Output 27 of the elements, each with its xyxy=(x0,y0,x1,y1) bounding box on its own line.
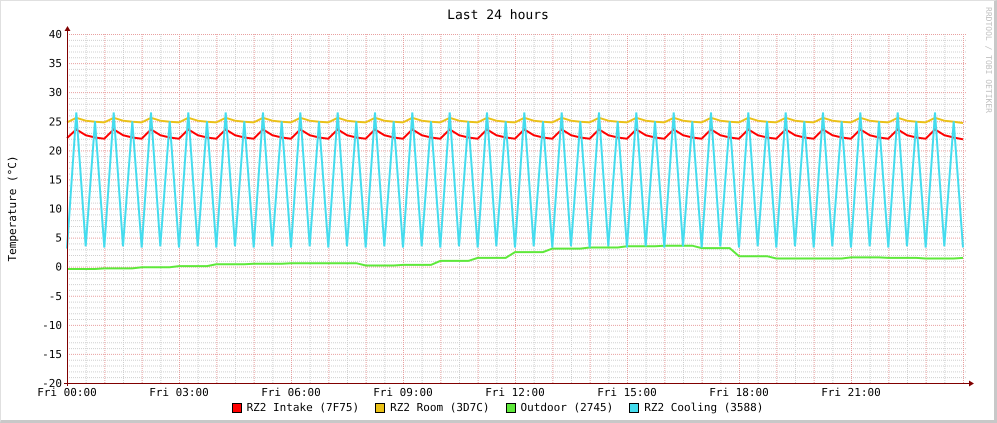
y-tick-label: 20 xyxy=(48,144,62,158)
x-tick-label: Fri 00:00 xyxy=(37,386,97,399)
legend-label: RZ2 Room (3D7C) xyxy=(390,400,490,416)
y-axis-title: Temperature (°C) xyxy=(6,156,19,262)
y-tick-label: 5 xyxy=(55,232,62,245)
x-tick-label: Fri 15:00 xyxy=(597,386,657,399)
chart-title: Last 24 hours xyxy=(447,8,549,23)
y-tick-label: 35 xyxy=(48,57,62,70)
x-tick-label: Fri 21:00 xyxy=(821,386,881,399)
y-tick-label: -5 xyxy=(48,290,62,303)
x-tick-label: Fri 06:00 xyxy=(261,386,321,399)
x-tick-label: Fri 09:00 xyxy=(373,386,433,399)
y-tick-label: 15 xyxy=(48,173,62,186)
y-tick-label: -15 xyxy=(42,348,62,361)
legend-label: RZ2 Intake (7F75) xyxy=(246,400,360,416)
y-tick-label: 40 xyxy=(48,28,62,41)
x-tick-label: Fri 03:00 xyxy=(149,386,209,399)
y-tick-label: 25 xyxy=(48,115,62,128)
y-tick-label: -10 xyxy=(42,318,62,332)
credit-label: RRDTOOL / TOBI OETIKER xyxy=(984,7,993,113)
legend-label: RZ2 Cooling (3588) xyxy=(644,400,764,416)
y-tick-label: 10 xyxy=(48,202,62,216)
y-tick-label: 30 xyxy=(48,86,62,100)
x-tick-label: Fri 12:00 xyxy=(485,386,545,399)
legend-label: Outdoor (2745) xyxy=(520,400,614,416)
x-tick-label: Fri 18:00 xyxy=(709,386,769,399)
y-tick-label: 0 xyxy=(55,260,62,274)
